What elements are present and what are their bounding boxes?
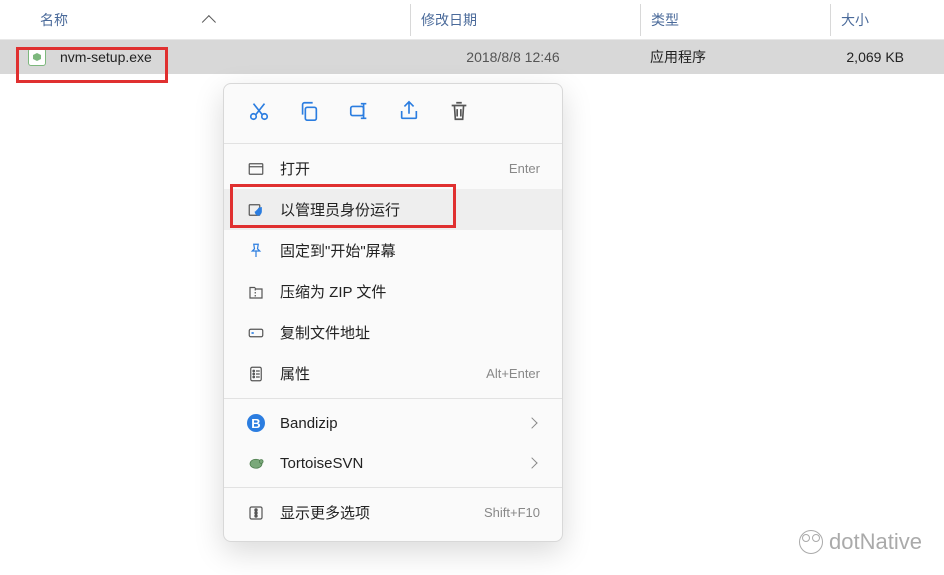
file-type: 应用程序 — [650, 47, 706, 67]
bandizip-icon: B — [246, 413, 266, 433]
tortoisesvn-icon — [246, 453, 266, 473]
copy-path-icon — [246, 323, 266, 343]
column-name-label: 名称 — [40, 10, 68, 30]
shield-icon — [246, 200, 266, 220]
sort-ascending-icon — [202, 15, 216, 29]
cut-icon[interactable] — [248, 100, 270, 125]
column-header-type[interactable]: 类型 — [640, 4, 830, 36]
chevron-right-icon — [526, 457, 537, 468]
menu-item-properties[interactable]: 属性 Alt+Enter — [224, 353, 562, 394]
column-header-size[interactable]: 大小 — [830, 4, 944, 36]
separator — [224, 398, 562, 399]
column-header-modified[interactable]: 修改日期 — [410, 4, 640, 36]
menu-item-bandizip[interactable]: B Bandizip — [224, 403, 562, 443]
context-menu-toolbar — [224, 92, 562, 139]
menu-item-open[interactable]: 打开 Enter — [224, 148, 562, 189]
watermark: dotNative — [799, 529, 922, 555]
copy-icon[interactable] — [298, 100, 320, 125]
file-name: nvm-setup.exe — [60, 49, 152, 65]
column-header-name[interactable]: 名称 — [40, 10, 410, 30]
pin-icon — [246, 241, 266, 261]
menu-item-copy-path[interactable]: 复制文件地址 — [224, 312, 562, 353]
separator — [224, 143, 562, 144]
rename-icon[interactable] — [348, 100, 370, 125]
context-menu: 打开 Enter 以管理员身份运行 固定到"开始"屏幕 压缩为 ZIP 文件 复… — [223, 83, 563, 542]
menu-item-show-more[interactable]: 显示更多选项 Shift+F10 — [224, 492, 562, 533]
menu-item-tortoisesvn[interactable]: TortoiseSVN — [224, 443, 562, 483]
delete-icon[interactable] — [448, 100, 470, 125]
chevron-right-icon — [526, 417, 537, 428]
watermark-text: dotNative — [829, 529, 922, 555]
menu-item-run-as-admin[interactable]: 以管理员身份运行 — [224, 189, 562, 230]
file-modified: 2018/8/8 12:46 — [466, 49, 559, 65]
more-options-icon — [246, 503, 266, 523]
file-row[interactable]: nvm-setup.exe 2018/8/8 12:46 应用程序 2,069 … — [0, 40, 944, 74]
exe-file-icon — [28, 48, 46, 66]
open-icon — [246, 159, 266, 179]
wechat-icon — [799, 530, 823, 554]
separator — [224, 487, 562, 488]
menu-item-compress-zip[interactable]: 压缩为 ZIP 文件 — [224, 271, 562, 312]
file-size: 2,069 KB — [846, 49, 904, 65]
menu-item-pin-to-start[interactable]: 固定到"开始"屏幕 — [224, 230, 562, 271]
column-header-row: 名称 修改日期 类型 大小 — [0, 0, 944, 40]
zip-icon — [246, 282, 266, 302]
properties-icon — [246, 364, 266, 384]
share-icon[interactable] — [398, 100, 420, 125]
